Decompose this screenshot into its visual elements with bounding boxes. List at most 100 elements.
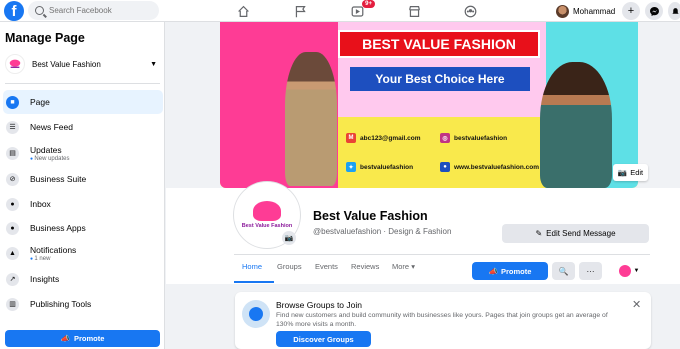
instagram-icon: ◎: [440, 133, 450, 143]
cover-tagline: Your Best Choice Here: [350, 67, 530, 91]
groups-icon[interactable]: [462, 3, 478, 19]
cover-email-text: abc123@gmail.com: [360, 134, 421, 142]
sidebar-item-notifications[interactable]: ▲ Notifications 1 new: [3, 240, 163, 266]
sidebar-item-publishing-tools[interactable]: ▥ Publishing Tools: [3, 292, 163, 316]
page-selector-name: Best Value Fashion: [32, 59, 101, 69]
search-input[interactable]: [49, 6, 149, 15]
sidebar-item-business-suite[interactable]: ⊘ Business Suite: [3, 167, 163, 191]
tab-more-label: More: [392, 262, 410, 271]
home-icon[interactable]: [235, 3, 251, 19]
promote-label: Promote: [500, 266, 532, 276]
page-icon: ■: [6, 95, 19, 109]
sidebar-item-label: Page: [30, 97, 50, 107]
sidebar-item-sub: New updates: [30, 156, 69, 162]
act-as-page-selector[interactable]: ▼: [610, 262, 648, 280]
close-icon[interactable]: ✕: [632, 298, 641, 311]
business-apps-icon: ●: [6, 221, 19, 235]
tab-events[interactable]: Events: [315, 262, 338, 271]
tab-more[interactable]: More ▾: [392, 262, 415, 271]
megaphone-icon: 📣: [60, 334, 70, 343]
video-icon[interactable]: 9+: [349, 0, 375, 19]
cover-twitter: ✦ bestvaluefashion: [346, 162, 413, 172]
facebook-logo[interactable]: f: [4, 1, 24, 21]
pencil-icon: ✎: [535, 229, 543, 238]
tab-groups[interactable]: Groups: [277, 262, 302, 271]
news-feed-icon: ☰: [6, 120, 19, 134]
cover-photo[interactable]: BEST VALUE FASHION Your Best Choice Here…: [220, 22, 638, 188]
sidebar-item-label: Notifications: [30, 244, 77, 255]
model-left-image: [285, 52, 337, 186]
active-tab-indicator: [234, 281, 274, 283]
page-handle-category: @bestvaluefashion · Design & Fashion: [313, 227, 452, 236]
discover-groups-button[interactable]: Discover Groups: [276, 331, 371, 347]
edit-send-message-label: Edit Send Message: [546, 229, 616, 238]
inbox-icon: ●: [6, 197, 19, 211]
search-box[interactable]: [28, 1, 159, 20]
brand-hat-icon: [253, 201, 281, 221]
sidebar-item-updates[interactable]: ▤ Updates New updates: [3, 140, 163, 166]
model-right-image: [540, 62, 612, 188]
tab-reviews[interactable]: Reviews: [351, 262, 379, 271]
sidebar-item-label-group: Notifications 1 new: [30, 245, 76, 262]
insights-icon: ↗: [6, 272, 19, 286]
cover-headline: BEST VALUE FASHION: [338, 30, 540, 58]
avatar: [556, 4, 569, 18]
megaphone-icon: 📣: [488, 266, 498, 276]
sidebar-item-business-apps[interactable]: ● Business Apps: [3, 216, 163, 240]
sidebar-item-label: Inbox: [30, 199, 51, 209]
bell-icon: ▲: [6, 246, 19, 260]
sidebar-item-label: Business Apps: [30, 223, 86, 233]
cover-website: ● www.bestvaluefashion.com: [440, 162, 539, 172]
sidebar-item-label: Updates: [30, 144, 62, 155]
camera-icon[interactable]: 📷: [282, 231, 296, 245]
sidebar-item-insights[interactable]: ↗ Insights: [3, 267, 163, 291]
sidebar-item-news-feed[interactable]: ☰ News Feed: [3, 115, 163, 139]
cover-yellow-panel: [338, 117, 546, 188]
groups-card-text: Find new customers and build community w…: [276, 312, 608, 329]
search-page-button[interactable]: 🔍: [552, 262, 575, 280]
cover-instagram-text: bestvaluefashion: [454, 134, 508, 142]
profile-button[interactable]: Mohammad: [554, 2, 620, 20]
sidebar-item-page[interactable]: ■ Page: [3, 90, 163, 114]
groups-illustration-icon: [242, 300, 270, 328]
cover-instagram: ◎ bestvaluefashion: [440, 133, 507, 143]
page-title: Best Value Fashion: [313, 209, 428, 223]
top-navigation-bar: f 9+ Mohammad +: [0, 0, 680, 22]
notifications-bell-icon[interactable]: [668, 2, 680, 20]
tab-home[interactable]: Home: [242, 262, 262, 271]
profile-picture-brand: Best Value Fashion: [241, 223, 293, 229]
sidebar-promote-button[interactable]: 📣 Promote: [5, 330, 160, 347]
page-logo-icon: [5, 54, 25, 74]
sidebar-item-label: Publishing Tools: [30, 299, 92, 309]
business-suite-icon: ⊘: [6, 172, 19, 186]
messenger-icon[interactable]: [645, 2, 663, 20]
sidebar-title: Manage Page: [5, 31, 85, 45]
create-button[interactable]: +: [622, 2, 640, 20]
chevron-down-icon: ▼: [150, 60, 157, 68]
cover-twitter-text: bestvaluefashion: [360, 163, 414, 171]
cover-website-text: www.bestvaluefashion.com: [454, 163, 540, 171]
edit-send-message-button[interactable]: ✎ Edit Send Message: [502, 224, 649, 243]
sidebar-item-inbox[interactable]: ● Inbox: [3, 192, 163, 216]
twitter-icon: ✦: [346, 162, 356, 172]
video-notification-badge: 9+: [362, 0, 375, 8]
ellipsis-icon: ···: [586, 266, 595, 276]
marketplace-icon[interactable]: [406, 3, 422, 19]
flag-icon[interactable]: [292, 3, 308, 19]
page-selector[interactable]: Best Value Fashion ▼: [5, 53, 161, 75]
edit-cover-button[interactable]: 📷 Edit: [613, 164, 648, 181]
sidebar-item-label: Insights: [30, 274, 60, 284]
promote-button[interactable]: 📣 Promote: [472, 262, 548, 280]
sidebar-item-label-group: Updates New updates: [30, 145, 69, 162]
chevron-down-icon: ▼: [633, 268, 640, 274]
search-icon: [35, 6, 44, 15]
browse-groups-card: Browse Groups to Join Find new customers…: [235, 292, 651, 349]
divider: [234, 254, 650, 255]
email-icon: M: [346, 133, 356, 143]
more-options-button[interactable]: ···: [579, 262, 602, 280]
manage-page-sidebar: Manage Page Best Value Fashion ▼ ■ Page …: [0, 22, 165, 349]
page-main: BEST VALUE FASHION Your Best Choice Here…: [166, 22, 680, 349]
publishing-tools-icon: ▥: [6, 297, 19, 311]
edit-cover-label: Edit: [630, 168, 644, 177]
promote-label: Promote: [73, 334, 105, 343]
